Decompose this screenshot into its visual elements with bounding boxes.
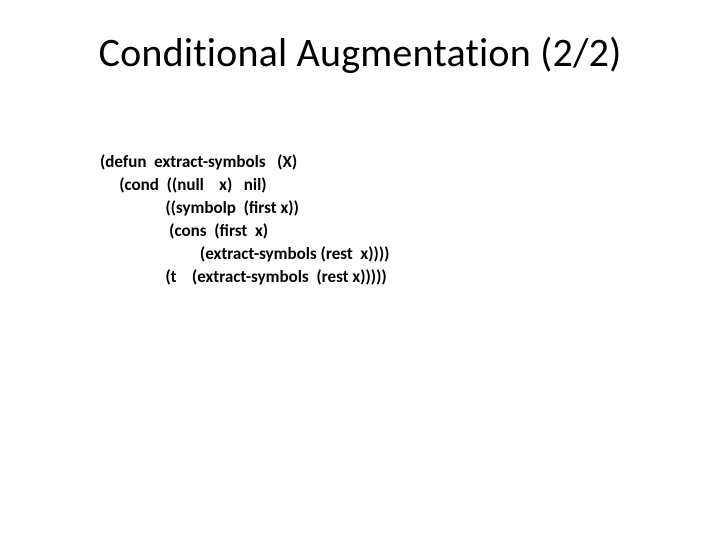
code-line-4: (cons (first x)	[100, 220, 268, 241]
slide-title: Conditional Augmentation (2/2)	[0, 28, 720, 77]
code-line-2: (cond ((null x) nil)	[100, 174, 267, 195]
code-block: (defun extract-symbols (X) (cond ((null …	[100, 128, 389, 312]
code-line-3: ((symbolp (first x))	[100, 197, 299, 218]
slide: Conditional Augmentation (2/2) (defun ex…	[0, 0, 720, 540]
code-line-6: (t (extract-symbols (rest x)))))	[100, 266, 387, 287]
code-line-5: (extract-symbols (rest x))))	[100, 243, 389, 264]
code-line-1: (defun extract-symbols (X)	[100, 151, 297, 172]
